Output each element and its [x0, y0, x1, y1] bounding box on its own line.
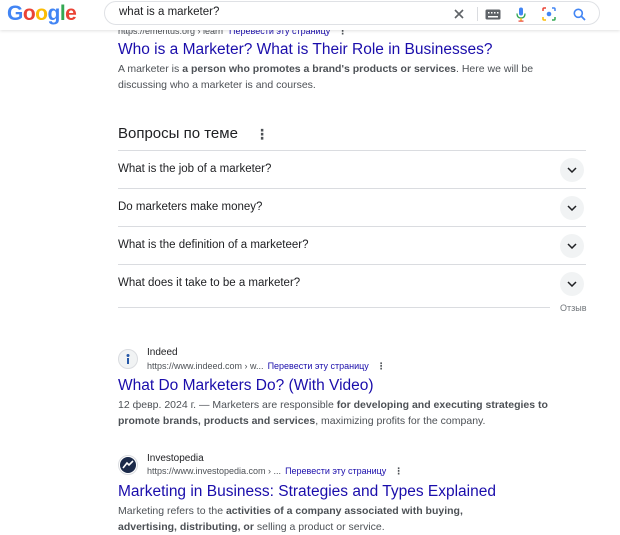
- logo-letter: e: [65, 2, 77, 25]
- paa-heading: Вопросы по теме: [118, 125, 238, 142]
- result-url: https://www.investopedia.com › ...: [147, 466, 282, 476]
- snippet-bold: a person who promotes a brand's products…: [182, 63, 457, 75]
- paa-question[interactable]: What does it take to be a marketer?: [118, 264, 586, 302]
- snippet-text: Marketers are responsible: [212, 399, 337, 411]
- question-text: Do marketers make money?: [118, 201, 263, 213]
- feedback-link[interactable]: Отзыв: [560, 303, 587, 313]
- result-snippet: 12 февр. 2024 г. — Marketers are respons…: [118, 398, 548, 429]
- result-snippet: Marketing refers to the activities of a …: [118, 504, 518, 535]
- site-name: Indeed: [147, 347, 178, 358]
- translate-link[interactable]: Перевести эту страницу: [285, 466, 386, 476]
- snippet-text: selling a product or service.: [253, 520, 385, 533]
- clear-icon[interactable]: [451, 6, 467, 22]
- snippet-text: , maximizing profits for the company.: [315, 414, 486, 427]
- translate-link[interactable]: Перевести эту страницу: [268, 361, 369, 371]
- more-options-icon[interactable]: ⋮: [394, 466, 403, 476]
- result-title[interactable]: Who is a Marketer? What is Their Role in…: [118, 41, 492, 59]
- result-title[interactable]: What Do Marketers Do? (With Video): [118, 377, 374, 395]
- snippet-text: Marketing refers to the: [118, 505, 226, 517]
- paa-question[interactable]: Do marketers make money?: [118, 188, 586, 226]
- indeed-favicon: [118, 349, 138, 369]
- result-citation: https://www.investopedia.com › ... Переве…: [147, 466, 403, 477]
- investopedia-favicon: [118, 455, 138, 475]
- keyboard-icon[interactable]: [485, 6, 501, 22]
- result-citation: https://www.indeed.com › w... Перевести э…: [147, 361, 386, 372]
- question-text: What is the job of a marketer?: [118, 163, 272, 175]
- chevron-down-icon[interactable]: [560, 234, 584, 258]
- divider: [477, 7, 478, 21]
- lens-icon[interactable]: [541, 6, 557, 22]
- chevron-down-icon[interactable]: [560, 272, 584, 296]
- logo-letter: g: [47, 2, 61, 25]
- paa-question[interactable]: What is the job of a marketer?: [118, 150, 586, 188]
- logo-letter: G: [7, 2, 23, 25]
- search-header: Google what is a marketer?: [0, 0, 620, 30]
- result-snippet: A marketer is a person who promotes a br…: [118, 62, 538, 93]
- microphone-icon[interactable]: [513, 6, 529, 22]
- site-name: Investopedia: [147, 453, 204, 464]
- chevron-down-icon[interactable]: [560, 196, 584, 220]
- result-url: https://www.indeed.com › w...: [147, 361, 264, 371]
- question-text: What does it take to be a marketer?: [118, 277, 301, 289]
- logo-letter: o: [35, 2, 48, 25]
- search-icon[interactable]: [571, 6, 587, 22]
- snippet-date: 12 февр. 2024 г. —: [118, 399, 213, 411]
- result-title[interactable]: Marketing in Business: Strategies and Ty…: [118, 483, 496, 501]
- logo-letter: o: [22, 2, 36, 25]
- more-options-icon[interactable]: ⋮: [255, 126, 269, 143]
- search-box[interactable]: what is a marketer?: [104, 1, 600, 25]
- search-input[interactable]: what is a marketer?: [119, 6, 219, 18]
- google-logo[interactable]: Google: [7, 2, 77, 26]
- snippet-text: A marketer is: [118, 63, 183, 75]
- more-options-icon[interactable]: ⋮: [377, 361, 386, 371]
- question-text: What is the definition of a marketeer?: [118, 239, 309, 251]
- chevron-down-icon[interactable]: [560, 158, 584, 182]
- paa-question[interactable]: What is the definition of a marketeer?: [118, 226, 586, 264]
- divider: [118, 307, 550, 308]
